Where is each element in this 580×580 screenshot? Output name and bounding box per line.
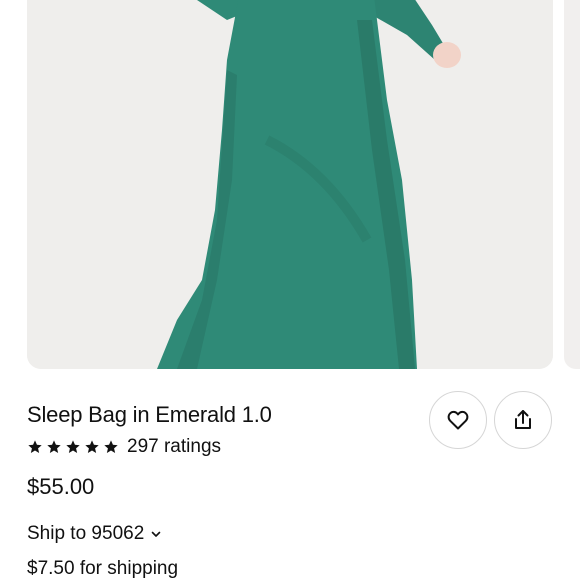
star-icon	[66, 440, 80, 453]
rating-count[interactable]: 297 ratings	[127, 436, 221, 458]
star-icon	[28, 440, 42, 453]
rating-row[interactable]: 297 ratings	[27, 436, 221, 458]
product-photo-illustration	[27, 0, 553, 369]
product-price: $55.00	[27, 474, 95, 499]
star-icon	[85, 440, 99, 453]
star-icon	[104, 440, 118, 453]
product-title: Sleep Bag in Emerald 1.0	[27, 402, 272, 427]
product-photo[interactable]	[27, 0, 553, 369]
image-carousel[interactable]	[0, 0, 580, 370]
share-button[interactable]	[494, 391, 552, 449]
chevron-down-icon	[151, 531, 161, 537]
share-icon	[515, 410, 531, 429]
favorite-button[interactable]	[429, 391, 487, 449]
star-icon	[47, 440, 61, 453]
heart-icon	[447, 410, 469, 430]
shipping-cost: $7.50 for shipping	[27, 558, 179, 579]
next-photo-peek[interactable]	[564, 0, 580, 369]
ship-to-label: Ship to 95062	[27, 523, 145, 544]
star-rating	[27, 439, 119, 455]
ship-to-selector[interactable]: Ship to 95062	[27, 523, 162, 545]
